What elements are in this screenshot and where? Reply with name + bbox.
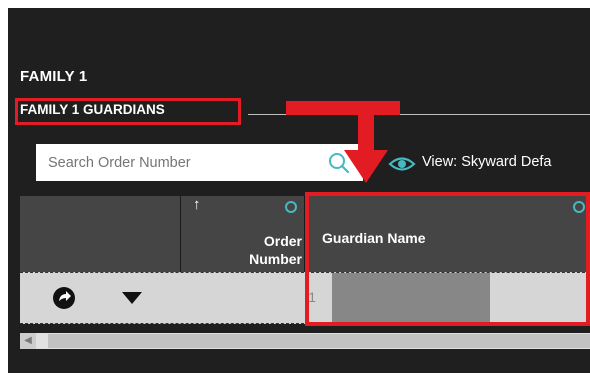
column-header-order-number[interactable]: Order Number xyxy=(210,232,302,268)
caret-down-icon[interactable] xyxy=(121,291,143,305)
arrow-circle-right-icon[interactable] xyxy=(52,286,76,310)
highlight-box-guardian-column xyxy=(305,192,590,326)
scrollbar-thumb[interactable] xyxy=(48,334,590,348)
sort-ascending-arrow-icon[interactable]: ↑ xyxy=(193,196,201,213)
family-title: FAMILY 1 xyxy=(20,68,88,85)
scroll-left-arrow-icon[interactable]: ◀ xyxy=(20,333,36,349)
column-divider xyxy=(180,196,181,272)
order-number-cell: 1 xyxy=(182,273,324,323)
highlight-box-section-title xyxy=(15,98,241,125)
gear-icon[interactable] xyxy=(285,201,297,213)
view-selector[interactable]: View: Skyward Defa xyxy=(422,154,551,170)
row-actions-cell xyxy=(20,273,180,323)
horizontal-scrollbar[interactable]: ◀ xyxy=(20,333,590,349)
annotation-arrow-icon xyxy=(286,101,400,183)
